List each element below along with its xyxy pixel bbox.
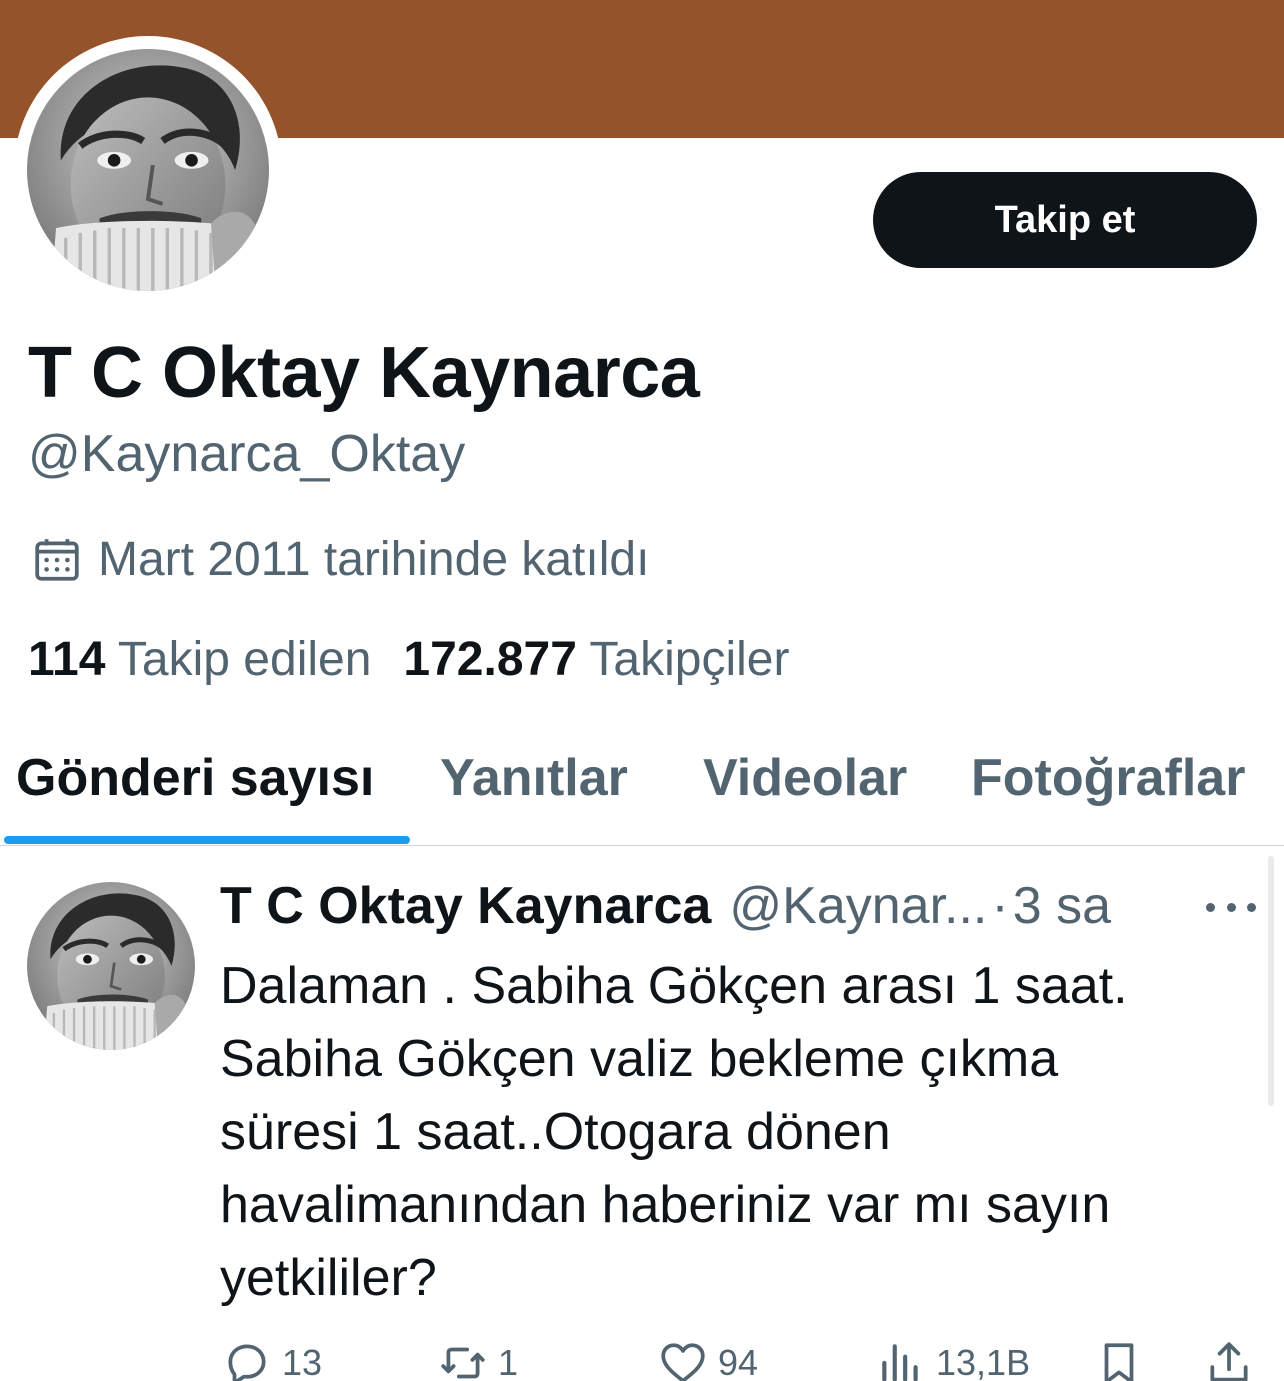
profile-tabs: Gönderi sayısı Yanıtlar Videolar Fotoğra… <box>0 748 1284 846</box>
joined-date: Mart 2011 tarihinde katıldı <box>32 532 649 587</box>
share-button[interactable] <box>1204 1338 1254 1381</box>
like-button[interactable]: 94 <box>658 1338 758 1381</box>
followers-link[interactable]: 172.877 Takipçiler <box>403 632 789 687</box>
post-timestamp[interactable]: 3 sa <box>1013 876 1111 936</box>
post-text: Dalaman . Sabiha Gökçen arası 1 saat. Sa… <box>220 957 1128 1307</box>
bookmark-icon <box>1104 1343 1134 1381</box>
joined-text: Mart 2011 tarihinde katıldı <box>98 533 650 586</box>
views-icon <box>882 1344 918 1381</box>
like-count: 94 <box>718 1342 759 1381</box>
followers-label: Takipçiler <box>589 633 790 686</box>
follow-stats: 114 Takip edilen 172.877 Takipçiler <box>28 632 789 687</box>
reply-button[interactable]: 13 <box>222 1338 322 1381</box>
reply-count: 13 <box>282 1342 323 1381</box>
scrollbar[interactable] <box>1268 856 1274 1106</box>
more-options-icon[interactable] <box>1206 890 1256 924</box>
active-tab-indicator <box>4 836 410 844</box>
profile-avatar[interactable] <box>14 36 282 304</box>
followers-count: 172.877 <box>403 633 577 686</box>
repost-button[interactable]: 1 <box>438 1338 518 1381</box>
post-header: T C Oktay Kaynarca @Kaynar... · 3 sa <box>220 876 1111 940</box>
post-author-avatar[interactable] <box>27 882 195 1050</box>
post-actions: 13 1 94 13,1B <box>0 1338 1284 1381</box>
profile-handle: @Kaynarca_Oktay <box>28 425 466 483</box>
profile-photo <box>27 49 269 291</box>
calendar-icon <box>35 538 79 581</box>
following-link[interactable]: 114 Takip edilen <box>28 632 371 687</box>
reply-icon <box>228 1344 266 1381</box>
repost-count: 1 <box>498 1342 519 1381</box>
post-separator: · <box>991 877 1009 935</box>
follow-button[interactable]: Takip et <box>873 172 1257 268</box>
repost-icon <box>441 1347 485 1379</box>
tab-posts[interactable]: Gönderi sayısı <box>16 748 374 808</box>
share-icon <box>1210 1342 1248 1381</box>
heart-icon <box>661 1343 705 1381</box>
following-label: Takip edilen <box>117 633 372 686</box>
tab-replies[interactable]: Yanıtlar <box>440 748 628 808</box>
following-count: 114 <box>28 633 106 686</box>
profile-display-name: T C Oktay Kaynarca <box>28 333 700 413</box>
tab-photos[interactable]: Fotoğraflar <box>971 748 1245 808</box>
views-count: 13,1B <box>936 1342 1031 1381</box>
views-button[interactable]: 13,1B <box>876 1338 1030 1381</box>
post-author-handle[interactable]: @Kaynar... <box>729 876 987 936</box>
tab-videos[interactable]: Videolar <box>703 748 907 808</box>
post-author-name[interactable]: T C Oktay Kaynarca <box>220 876 711 936</box>
bookmark-button[interactable] <box>1094 1338 1144 1381</box>
